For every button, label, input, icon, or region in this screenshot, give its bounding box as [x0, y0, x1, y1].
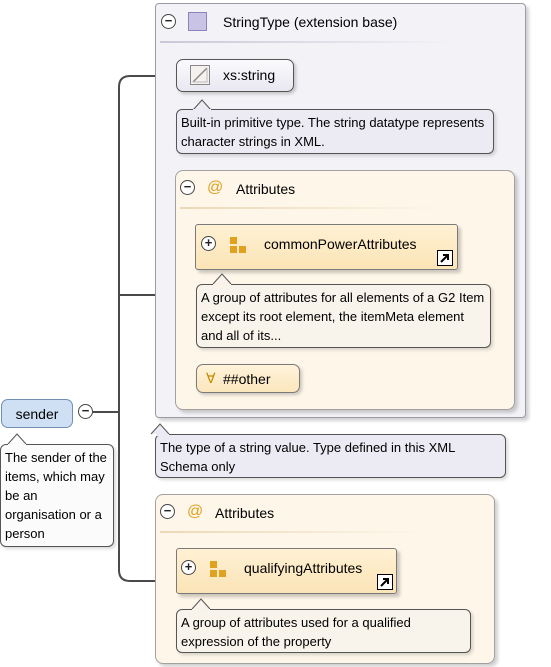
attribute-group-icon — [210, 561, 226, 577]
qualifying-attributes-expand-button[interactable]: + — [181, 560, 196, 575]
sender-element-node[interactable]: sender — [1, 399, 73, 428]
collapse-icon: − — [163, 503, 172, 518]
string-type-note: The type of a string value. Type defined… — [155, 434, 506, 478]
collapse-icon: − — [81, 403, 90, 418]
collapse-icon: − — [183, 179, 192, 194]
sender-collapse-button[interactable]: − — [78, 404, 93, 419]
common-power-attributes-note: A group of attributes for all elements o… — [196, 284, 491, 348]
expand-icon: + — [204, 235, 213, 250]
sender-note: The sender of the items, which may be an… — [0, 444, 114, 547]
string-type-collapse-button[interactable]: − — [161, 14, 176, 29]
simple-type-icon — [190, 65, 210, 85]
common-power-attributes-label: commonPowerAttributes — [264, 236, 417, 252]
own-attributes-title: Attributes — [215, 505, 275, 521]
note-pointer-mask — [193, 109, 211, 111]
inherited-attributes-collapse-button[interactable]: − — [180, 180, 195, 195]
note-pointer-mask — [8, 444, 26, 446]
base-type-label: xs:string — [223, 67, 276, 83]
attribute-group-icon — [230, 237, 246, 253]
any-attribute-label: ##other — [223, 371, 271, 387]
attributes-at-icon: @ — [187, 503, 204, 520]
collapse-icon: − — [164, 13, 173, 28]
inherited-attributes-divider — [180, 207, 440, 209]
note-pointer-mask — [156, 434, 169, 436]
complex-type-icon — [188, 12, 207, 31]
link-arrow-icon[interactable] — [437, 250, 453, 266]
own-attributes-collapse-button[interactable]: − — [160, 504, 175, 519]
any-attribute-icon: ∀ — [206, 370, 216, 386]
sender-element-label: sender — [15, 406, 59, 422]
string-type-title-divider — [160, 41, 460, 43]
qualifying-attributes-label: qualifyingAttributes — [244, 560, 363, 576]
link-arrow-icon[interactable] — [377, 574, 393, 590]
common-power-attributes-expand-button[interactable]: + — [201, 236, 216, 251]
note-pointer-mask — [213, 284, 231, 286]
attributes-at-icon: @ — [207, 179, 224, 196]
string-type-title: StringType (extension base) — [223, 14, 398, 30]
inherited-attributes-title: Attributes — [236, 181, 296, 197]
own-attributes-divider — [160, 531, 420, 533]
qualifying-attributes-note: A group of attributes used for a qualifi… — [176, 609, 471, 653]
expand-icon: + — [184, 559, 193, 574]
note-pointer-mask — [192, 609, 210, 611]
base-type-note: Built-in primitive type. The string data… — [176, 109, 494, 154]
